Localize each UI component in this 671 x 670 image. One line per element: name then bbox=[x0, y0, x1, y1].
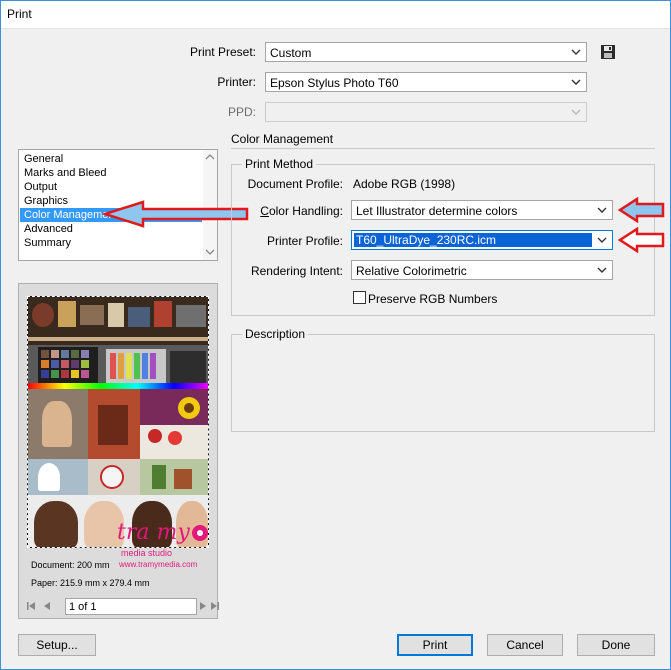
sidebar-item-output[interactable]: Output bbox=[20, 180, 202, 194]
print-preview-panel: tra my media studio Document: 200 mm www… bbox=[18, 283, 219, 619]
page-navigator bbox=[25, 598, 219, 616]
done-button[interactable]: Done bbox=[577, 634, 655, 656]
preserve-rgb-label[interactable]: Preserve RGB Numbers bbox=[368, 292, 497, 306]
watermark-logo-text: tra my bbox=[117, 520, 190, 545]
print-dialog: Print Print Preset: Custom Printer: Epso… bbox=[0, 0, 671, 670]
watermark-subtitle: media studio bbox=[121, 548, 173, 558]
printer-profile-value: T60_UltraDye_230RC.icm bbox=[354, 233, 592, 247]
scroll-down-icon[interactable] bbox=[205, 248, 215, 256]
sidebar-item-marks-and-bleed[interactable]: Marks and Bleed bbox=[20, 166, 202, 180]
printer-value: Epson Stylus Photo T60 bbox=[270, 76, 399, 90]
rendering-intent-dropdown[interactable]: Relative Colorimetric bbox=[351, 260, 613, 280]
color-handling-value: Let Illustrator determine colors bbox=[356, 204, 518, 218]
chevron-down-icon bbox=[571, 79, 581, 85]
scroll-up-icon[interactable] bbox=[205, 153, 215, 161]
section-divider bbox=[231, 148, 655, 149]
next-page-icon[interactable] bbox=[197, 600, 209, 612]
document-profile-value: Adobe RGB (1998) bbox=[353, 177, 456, 191]
print-preset-label: Print Preset: bbox=[189, 45, 256, 59]
chevron-down-icon bbox=[597, 237, 607, 243]
sidebar-item-general[interactable]: General bbox=[20, 152, 202, 166]
printer-profile-dropdown[interactable]: T60_UltraDye_230RC.icm bbox=[351, 230, 613, 250]
document-profile-label: Document Profile: bbox=[247, 177, 343, 191]
chevron-down-icon bbox=[571, 49, 581, 55]
preview-image bbox=[27, 296, 209, 548]
printer-dropdown[interactable]: Epson Stylus Photo T60 bbox=[265, 72, 587, 92]
watermark-url: www.tramymedia.com bbox=[119, 560, 198, 569]
paper-size-info: Paper: 215.9 mm x 279.4 mm bbox=[31, 578, 150, 588]
preserve-rgb-checkbox[interactable] bbox=[353, 291, 366, 304]
setup-button[interactable]: Setup... bbox=[18, 634, 96, 656]
save-preset-icon[interactable] bbox=[599, 43, 617, 61]
flower-logo-icon bbox=[192, 525, 208, 541]
description-group bbox=[231, 334, 655, 432]
page-number-field[interactable] bbox=[65, 598, 197, 615]
rendering-intent-value: Relative Colorimetric bbox=[356, 264, 467, 278]
first-page-icon[interactable] bbox=[25, 600, 37, 612]
sidebar-item-summary[interactable]: Summary bbox=[20, 236, 202, 250]
last-page-icon[interactable] bbox=[209, 600, 221, 612]
chevron-down-icon bbox=[571, 109, 581, 115]
section-title: Color Management bbox=[231, 132, 334, 146]
window-title: Print bbox=[7, 7, 32, 21]
annotation-arrow-left-icon bbox=[617, 197, 665, 223]
ppd-dropdown bbox=[265, 102, 587, 122]
description-title: Description bbox=[242, 327, 309, 341]
chevron-down-icon bbox=[597, 207, 607, 213]
ppd-label: PPD: bbox=[227, 105, 256, 119]
print-method-title: Print Method bbox=[242, 157, 317, 171]
print-preset-dropdown[interactable]: Custom bbox=[265, 42, 587, 62]
color-handling-dropdown[interactable]: Let Illustrator determine colors bbox=[351, 200, 613, 220]
cancel-button[interactable]: Cancel bbox=[487, 634, 563, 656]
previous-page-icon[interactable] bbox=[41, 600, 53, 612]
chevron-down-icon bbox=[597, 267, 607, 273]
rendering-intent-label: Rendering Intent: bbox=[250, 264, 343, 278]
document-size-info: Document: 200 mm bbox=[31, 560, 110, 570]
printer-label: Printer: bbox=[217, 75, 256, 89]
annotation-arrow-left-icon bbox=[617, 227, 665, 253]
print-preset-value: Custom bbox=[270, 46, 312, 60]
printer-profile-label: Printer Profile: bbox=[266, 234, 343, 248]
color-handling-label: Color Handling: bbox=[260, 204, 343, 218]
title-bar: Print bbox=[1, 1, 670, 29]
print-button[interactable]: Print bbox=[397, 634, 473, 656]
